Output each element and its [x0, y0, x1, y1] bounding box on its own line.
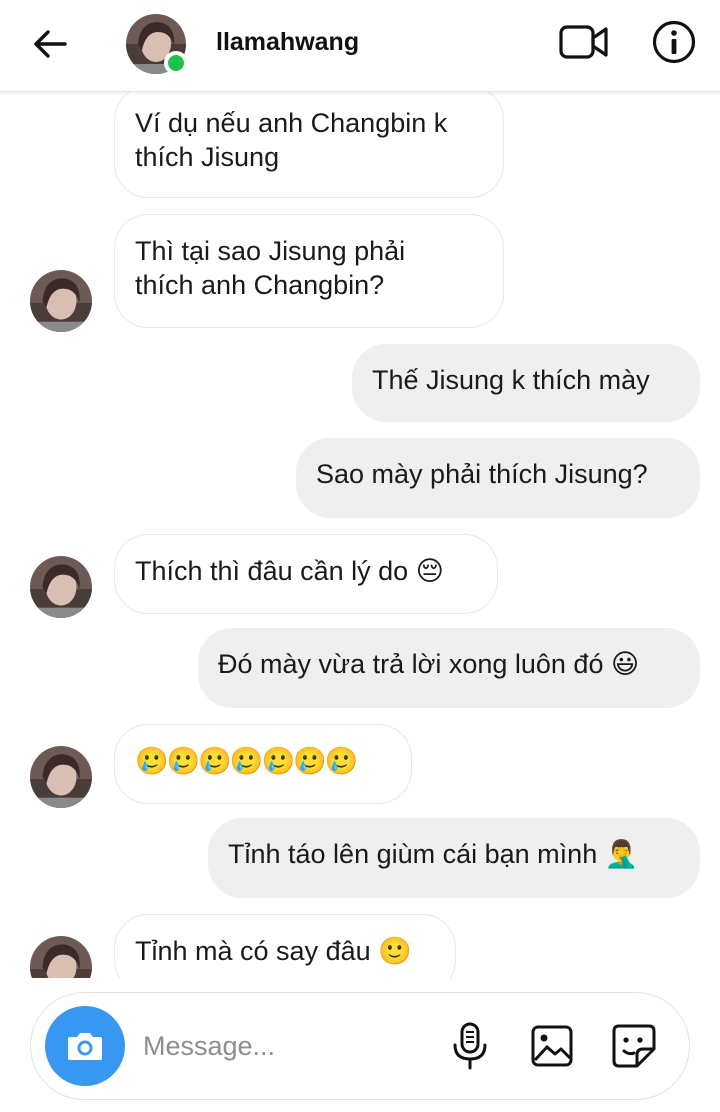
back-arrow-icon	[34, 30, 67, 58]
incoming-message[interactable]: Ví dụ nếu anh Changbin k thích Jisung	[114, 92, 504, 198]
outgoing-message[interactable]: Thế Jisung k thích mày	[352, 344, 700, 422]
slight-smile-emoji: 🙂	[378, 936, 412, 966]
outgoing-message[interactable]: Tỉnh táo lên giùm cái bạn mình 🤦‍♂️	[208, 818, 700, 898]
pensive-emoji: 😔	[415, 556, 444, 586]
message-line: Ví dụ nếu anh Changbin k	[135, 108, 448, 138]
gallery-button[interactable]	[527, 1021, 577, 1071]
emoji-row: 🥲🥲🥲🥲🥲🥲🥲	[135, 746, 358, 776]
avatar[interactable]	[30, 556, 92, 618]
voice-message-button[interactable]	[445, 1021, 495, 1071]
message-line: thích anh Changbin?	[135, 270, 385, 300]
message-text: Thế Jisung k thích mày	[372, 365, 650, 395]
video-call-icon	[559, 25, 608, 59]
camera-icon	[68, 1033, 102, 1060]
sticker-button[interactable]	[609, 1021, 659, 1071]
video-call-button[interactable]	[556, 18, 612, 66]
incoming-message[interactable]: Tỉnh mà có say đâu 🙂	[114, 914, 456, 978]
sticker-icon	[612, 1024, 656, 1068]
gallery-icon	[531, 1025, 573, 1067]
info-icon	[652, 20, 696, 64]
message-text: Tỉnh mà có say đâu	[135, 936, 371, 966]
message-text: Đó mày vừa trả lời xong luôn đó	[218, 649, 604, 679]
chat-username[interactable]: llamahwang	[216, 28, 359, 57]
message-line: Thì tại sao Jisung phải	[135, 236, 406, 266]
chat-header: llamahwang	[0, 0, 720, 92]
message-text: Sao mày phải thích Jisung?	[316, 459, 648, 489]
online-status-dot	[164, 51, 188, 75]
message-list[interactable]: Ví dụ nếu anh Changbin k thích Jisung Th…	[0, 92, 720, 978]
camera-button[interactable]	[45, 1006, 125, 1086]
message-line: thích Jisung	[135, 142, 280, 172]
smile-emoji: 😃	[610, 649, 640, 679]
microphone-icon	[453, 1022, 487, 1070]
facepalm-emoji: 🤦‍♂️	[604, 839, 639, 869]
message-composer	[30, 992, 690, 1100]
avatar[interactable]	[30, 936, 92, 978]
incoming-message[interactable]: 🥲🥲🥲🥲🥲🥲🥲	[114, 724, 412, 804]
incoming-message[interactable]: Thích thì đâu cần lý do 😔	[114, 534, 498, 614]
info-button[interactable]	[648, 16, 700, 68]
incoming-message[interactable]: Thì tại sao Jisung phải thích anh Changb…	[114, 214, 504, 328]
outgoing-message[interactable]: Sao mày phải thích Jisung?	[296, 438, 700, 518]
message-text: Tỉnh táo lên giùm cái bạn mình	[228, 839, 598, 869]
avatar[interactable]	[30, 746, 92, 808]
outgoing-message[interactable]: Đó mày vừa trả lời xong luôn đó 😃	[198, 628, 700, 708]
back-button[interactable]	[26, 22, 74, 66]
message-input[interactable]	[143, 1023, 423, 1069]
avatar[interactable]	[30, 270, 92, 332]
message-text: Thích thì đâu cần lý do	[135, 556, 409, 586]
